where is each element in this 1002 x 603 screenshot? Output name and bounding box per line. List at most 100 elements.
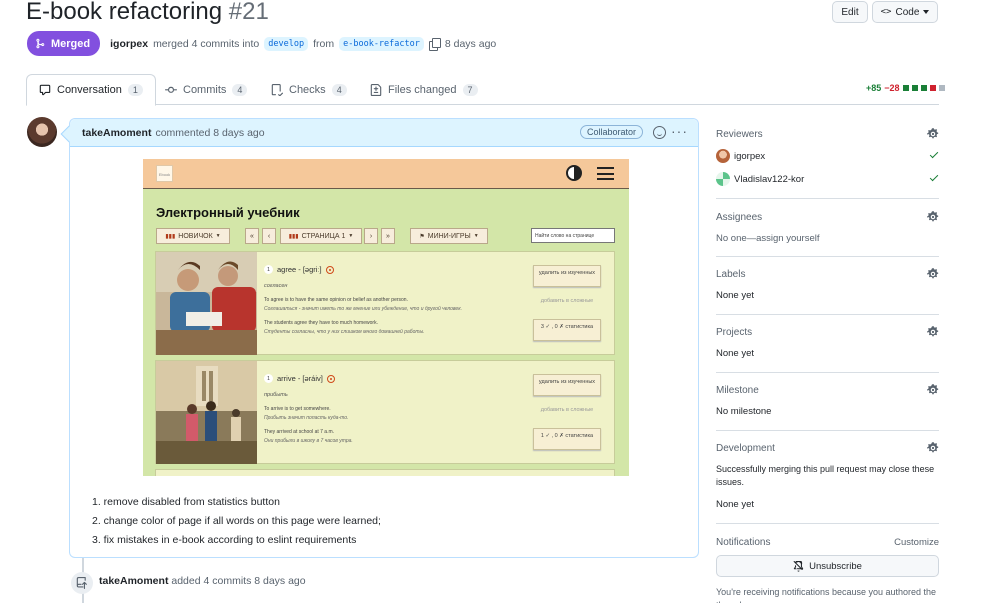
projects-heading[interactable]: Projects (716, 327, 939, 338)
kebab-horizontal-icon[interactable]: ··· (671, 123, 688, 139)
milestone-section: Milestone No milestone (716, 384, 939, 418)
comment-author[interactable]: takeAmoment (82, 127, 151, 139)
comment-icon (39, 84, 51, 96)
assignees-heading[interactable]: Assignees (716, 212, 939, 223)
word-photo (156, 252, 257, 355)
labels-heading[interactable]: Labels (716, 269, 939, 280)
word-meaning: To arrive is to get somewhere. (264, 406, 331, 412)
level-select: ▮▮▮ НОВИЧОК ▼ (156, 228, 230, 244)
add-difficult-button: добавить в сложные (540, 407, 594, 413)
gear-icon[interactable] (927, 128, 939, 140)
last-page-button: » (381, 228, 395, 244)
reviewers-heading[interactable]: Reviewers (716, 129, 939, 140)
gear-icon[interactable] (927, 211, 939, 223)
page-select: ▮▮▮ СТРАНИЦА 1 ▼ (280, 228, 362, 244)
word-index: 1 (264, 374, 273, 383)
reviewer-item[interactable]: igorpex (716, 149, 939, 163)
tab-commits-label: Commits (183, 83, 227, 96)
tab-files-changed-label: Files changed (388, 83, 457, 96)
comment-time[interactable]: commented 8 days ago (155, 127, 264, 139)
level-icon: ▮▮▮ (165, 233, 176, 240)
code-button[interactable]: <> Code (872, 1, 938, 23)
commit-event-author[interactable]: takeAmoment (99, 575, 168, 587)
head-branch[interactable]: e-book-refactor (339, 36, 424, 51)
gear-icon[interactable] (927, 326, 939, 338)
chevron-down-icon (923, 10, 930, 14)
diffstat[interactable]: +85 −28 (866, 83, 945, 93)
comment-header: takeAmoment commented 8 days ago Collabo… (70, 119, 698, 147)
tab-commits[interactable]: Commits 4 (165, 74, 248, 105)
gear-icon[interactable] (927, 442, 939, 454)
code-button-label: Code (895, 6, 920, 18)
checklist-icon (271, 83, 283, 96)
word-meaning: To agree is to have the same opinion or … (264, 297, 408, 303)
comment-image[interactable]: Ebook Электронный учебник ▮▮▮ НОВИЧОК ▼ … (143, 159, 629, 476)
repo-push-icon (71, 572, 93, 594)
diffstat-block (938, 85, 945, 91)
page-select-label: СТРАНИЦА 1 (301, 232, 346, 240)
contrast-icon (566, 165, 582, 181)
check-icon (929, 149, 939, 159)
commit-icon (165, 86, 177, 93)
smiley-icon[interactable] (653, 126, 666, 139)
diffstat-block (911, 85, 918, 91)
divider (716, 372, 939, 373)
edit-button[interactable]: Edit (832, 1, 868, 23)
avatar (716, 149, 730, 163)
reviewer-name: Vladislav122-kor (734, 173, 805, 185)
customize-link[interactable]: Customize (894, 537, 939, 548)
diffstat-deletions: −28 (884, 83, 900, 93)
unsubscribe-button[interactable]: Unsubscribe (716, 555, 939, 577)
merger-name[interactable]: igorpex (110, 38, 148, 50)
development-heading[interactable]: Development (716, 443, 939, 454)
projects-value: None yet (716, 348, 755, 359)
word-text: agree - [əgriː] (277, 265, 322, 274)
base-branch[interactable]: develop (264, 36, 309, 51)
add-difficult-button: добавить в сложные (540, 298, 594, 304)
next-page-button: › (364, 228, 378, 244)
games-icon: ⚑ (419, 233, 425, 240)
development-section: Development Successfully merging this pu… (716, 442, 939, 511)
reviewer-item[interactable]: Vladislav122-kor (716, 172, 939, 186)
word-example: They arrived at school at 7 a.m. (264, 429, 335, 435)
tab-files-changed-count: 7 (462, 83, 478, 96)
bell-slash-icon (793, 560, 804, 572)
from-text: from (313, 37, 335, 50)
speaker-icon (326, 374, 335, 383)
tab-conversation[interactable]: Conversation 1 (26, 74, 156, 106)
ebook-logo: Ebook (156, 165, 173, 182)
tab-checks[interactable]: Checks 4 (271, 74, 347, 105)
commit-event-text: added 4 commits 8 days ago (171, 575, 306, 587)
pr-tabs: Conversation 1 Commits 4 Checks 4 Files … (26, 74, 939, 106)
tab-files-changed[interactable]: Files changed 7 (370, 74, 478, 105)
list-item: 3. fix mistakes in e-book according to e… (92, 534, 357, 546)
tab-checks-label: Checks (289, 83, 326, 96)
timeline-comment: takeAmoment commented 8 days ago Collabo… (69, 118, 699, 558)
copy-icon[interactable] (428, 38, 441, 51)
assignees-section: Assignees No one—assign yourself (716, 211, 939, 245)
avatar (716, 172, 730, 186)
gear-icon[interactable] (927, 384, 939, 396)
gear-icon[interactable] (927, 268, 939, 280)
first-page-button: « (245, 228, 259, 244)
avatar[interactable] (27, 117, 57, 147)
divider (716, 314, 939, 315)
games-select: ⚑ МИНИ-ИГРЫ ▼ (410, 228, 488, 244)
edit-button-label: Edit (841, 6, 859, 18)
milestone-heading[interactable]: Milestone (716, 385, 939, 396)
pr-number: #21 (228, 0, 269, 25)
word-search-input: Найти слово на странице (531, 228, 615, 243)
divider (716, 198, 939, 199)
word-text: arrive - [əráiv] (277, 374, 323, 383)
chevron-down-icon: ▼ (215, 233, 221, 239)
ebook-header: Ebook (143, 159, 629, 189)
speaker-icon (325, 265, 334, 274)
word-example-ru: Студенты согласны, что у них слишком мно… (264, 329, 425, 335)
word-index: 1 (264, 265, 273, 274)
assignees-value[interactable]: No one—assign yourself (716, 232, 939, 245)
word-heading: 1 arrive - [əráiv] (264, 374, 335, 383)
divider (716, 256, 939, 257)
check-icon (929, 172, 939, 182)
diffstat-block (929, 85, 936, 91)
comment-list: 1. remove disabled from statistics butto… (92, 493, 381, 550)
